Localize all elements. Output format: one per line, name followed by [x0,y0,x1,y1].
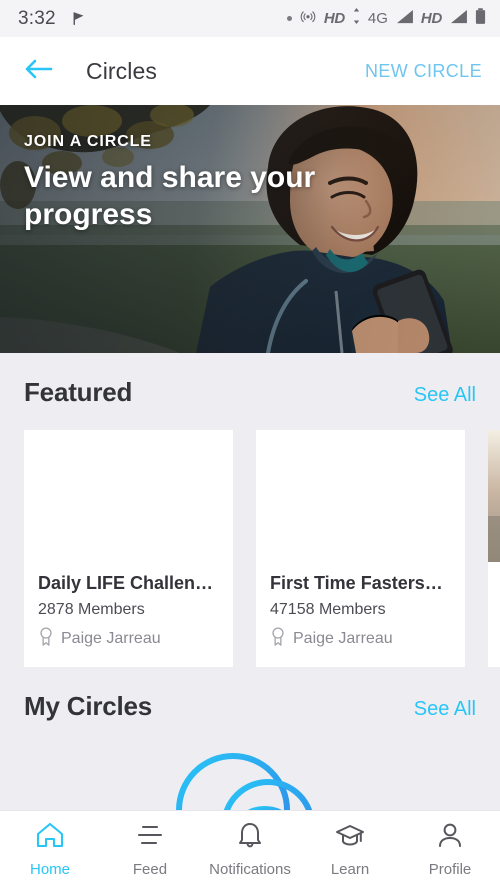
bell-icon [235,821,265,854]
nav-label-profile: Profile [428,861,472,878]
card-body: Daily LIFE Challen… 2878 Members Paige J… [24,562,233,667]
flag-icon [70,10,87,27]
hotspot-icon [299,7,317,30]
back-arrow-icon [23,57,53,86]
hero-banner[interactable]: JOIN A CIRCLE View and share your progre… [0,105,500,353]
data-transfer-icon [352,8,361,29]
app-bar: Circles NEW CIRCLE [0,37,500,105]
card-body [488,562,500,597]
featured-see-all-link[interactable]: See All [414,384,476,407]
status-bar: 3:32 HD 4G HD [0,0,500,37]
award-icon [270,627,286,651]
hero-kicker: JOIN A CIRCLE [24,133,152,150]
award-icon [38,627,54,651]
card-image [256,430,465,562]
person-icon [435,821,465,854]
battery-icon [475,7,486,30]
hero-text-block: JOIN A CIRCLE View and share your progre… [24,133,324,233]
my-circles-empty-illustration [0,748,500,810]
featured-card[interactable]: Daily LIFE Challen… 2878 Members Paige J… [24,430,233,667]
nav-label-feed: Feed [132,861,168,878]
nav-item-home[interactable]: Home [0,821,100,878]
graduation-cap-icon [335,821,365,854]
home-icon [35,821,65,854]
my-circles-section-header: My Circles See All [0,691,500,722]
featured-cards-carousel[interactable]: Daily LIFE Challen… 2878 Members Paige J… [0,430,500,667]
nav-label-home: Home [29,861,70,878]
card-author: Paige Jarreau [38,627,219,651]
my-circles-section-title: My Circles [24,691,153,721]
hd-label-secondary: HD [420,10,442,27]
card-member-count: 2878 Members [38,601,145,618]
featured-card[interactable]: First Time Fasters… 47158 Members Paige … [256,430,465,667]
nav-item-profile[interactable]: Profile [400,821,500,878]
status-bar-icons: HD 4G HD [286,7,486,30]
nav-item-notifications[interactable]: Notifications [200,821,300,878]
nav-item-feed[interactable]: Feed [100,821,200,878]
new-circle-button[interactable]: NEW CIRCLE [365,61,482,82]
card-member-count: 47158 Members [270,601,386,618]
card-title: Daily LIFE Challen… [38,573,214,593]
status-bar-clock: 3:32 [18,7,56,29]
network-type-label: 4G [367,10,388,27]
app-screen: 3:32 HD 4G HD Circles NEW CIRCLE JOIN A … [0,0,500,888]
status-dot-icon [286,16,292,21]
back-button[interactable] [18,51,58,91]
bottom-navigation: Home Feed Notifications Learn Profile [0,810,500,888]
featured-section-header: Featured See All [0,377,500,408]
nav-item-learn[interactable]: Learn [300,821,400,878]
featured-card-partial[interactable] [488,430,500,667]
card-body: First Time Fasters… 47158 Members Paige … [256,562,465,667]
feed-lines-icon [135,821,165,854]
card-image [24,430,233,562]
card-title: First Time Fasters… [270,573,443,593]
nav-label-learn: Learn [330,861,370,878]
page-title: Circles [86,57,157,84]
nav-label-notifications: Notifications [209,861,291,878]
hero-title: View and share your progress [24,161,316,231]
card-image [488,430,500,562]
hd-label-primary: HD [323,10,345,27]
card-author-name: Paige Jarreau [293,630,393,647]
signal-bars-icon [395,9,414,29]
card-author-name: Paige Jarreau [61,630,161,647]
featured-section-title: Featured [24,377,133,407]
signal-bars-icon-2 [449,9,468,29]
card-author: Paige Jarreau [270,627,451,651]
my-circles-see-all-link[interactable]: See All [414,698,476,721]
